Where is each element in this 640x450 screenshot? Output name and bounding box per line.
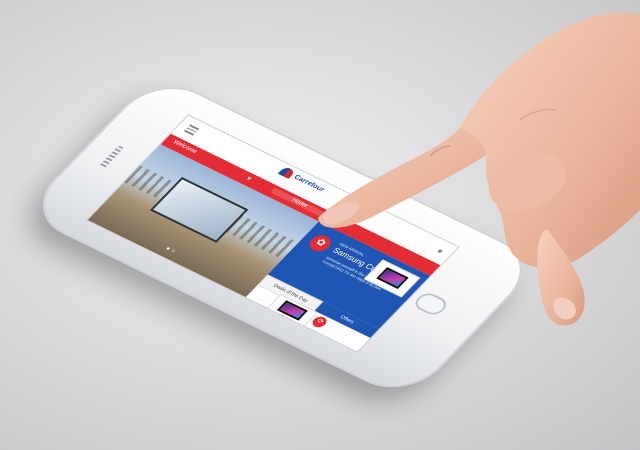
back-of-hand — [460, 12, 640, 269]
photo-scene: Carrefour ● Welcome ▾ Home ●○ ✿ NEW ARRI… — [0, 0, 640, 450]
chevron-down-icon[interactable]: ▾ — [244, 175, 253, 182]
hand-illustration — [318, 12, 640, 326]
carousel-dots[interactable]: ●○ — [164, 246, 178, 255]
menu-icon[interactable] — [183, 124, 200, 136]
